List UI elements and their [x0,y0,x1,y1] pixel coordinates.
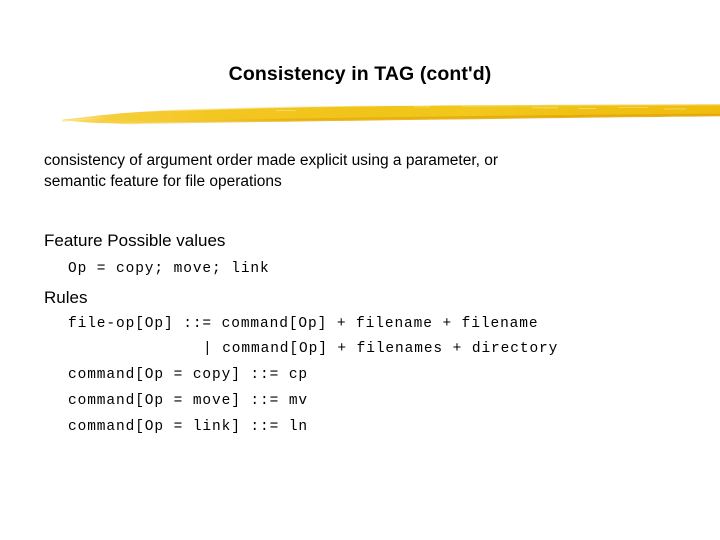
feature-values-line: Op = copy; move; link [68,261,270,277]
brush-shadow-edge [102,113,720,125]
brush-speckle [276,106,686,111]
page-title: Consistency in TAG (cont'd) [228,63,492,85]
section-heading-feature: Feature Possible values [44,231,226,250]
brush-main-stroke [62,104,720,124]
section-heading-rules: Rules [44,288,88,307]
brushstroke-svg [62,104,720,125]
body-line-2: semantic feature for file operations [44,173,282,190]
body-paragraph: consistency of argument order made expli… [44,150,654,192]
brush-tail-left [62,117,106,122]
brush-wisp-right [462,104,720,107]
rule-line-2: | command[Op] + filenames + directory [203,341,559,357]
brushstroke-divider-icon [62,100,720,130]
rule-line-1: file-op[Op] ::= command[Op] + filename +… [68,316,539,332]
brush-wisp-left [152,105,422,111]
rule-line-5: command[Op = link] ::= ln [68,419,309,435]
rule-line-3: command[Op = copy] ::= cp [68,367,309,383]
rule-line-4: command[Op = move] ::= mv [68,393,309,409]
slide-canvas: Consistency in TAG (cont'd) consistency … [0,0,720,540]
body-line-1: consistency of argument order made expli… [44,152,499,169]
